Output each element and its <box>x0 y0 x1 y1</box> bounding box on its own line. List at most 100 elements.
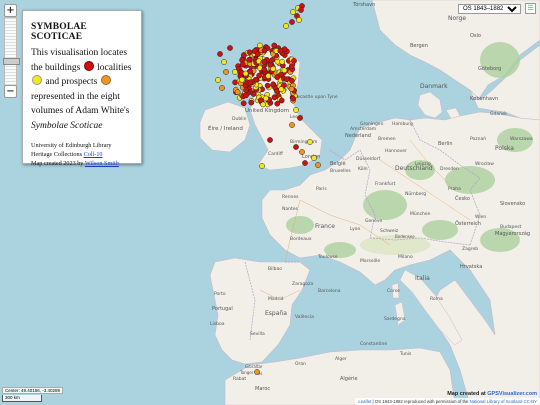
location-marker[interactable] <box>298 7 304 13</box>
location-marker[interactable] <box>311 155 317 161</box>
location-marker[interactable] <box>248 99 255 106</box>
location-marker[interactable] <box>257 97 264 104</box>
map-label: Alger <box>335 356 347 362</box>
location-marker[interactable] <box>283 23 289 29</box>
location-marker[interactable] <box>283 76 290 83</box>
map-label: Sevilla <box>250 331 265 337</box>
location-marker[interactable] <box>293 107 299 113</box>
location-marker[interactable] <box>289 77 295 84</box>
location-marker[interactable] <box>261 58 268 65</box>
location-marker[interactable] <box>271 94 278 101</box>
zoom-in-button[interactable]: + <box>4 4 17 17</box>
location-marker[interactable] <box>246 49 253 56</box>
credit-line: Map created 2023 by Wilson Smith <box>31 160 119 167</box>
location-marker[interactable] <box>232 69 238 75</box>
location-marker[interactable] <box>315 162 321 168</box>
map-label: Barcelona <box>318 288 341 294</box>
panel-title: SYMBOLAE SCOTICAE <box>31 22 87 42</box>
map-label: Praha <box>448 186 461 192</box>
location-marker[interactable] <box>246 56 252 63</box>
map-label: United Kingdom <box>245 108 289 114</box>
map-label: Frankfurt <box>375 181 396 187</box>
layer-select[interactable]: OS 1843–1882 <box>458 3 521 14</box>
location-marker[interactable] <box>261 66 268 73</box>
location-marker[interactable] <box>297 115 303 121</box>
location-marker[interactable] <box>271 42 278 49</box>
location-marker[interactable] <box>247 79 254 86</box>
location-marker[interactable] <box>296 17 302 23</box>
location-marker[interactable] <box>257 42 263 49</box>
zoom-slider-handle[interactable] <box>3 58 20 65</box>
coll-link[interactable]: Coll-10 <box>84 151 103 158</box>
location-marker[interactable] <box>247 68 254 75</box>
location-marker[interactable] <box>240 100 247 107</box>
map-label: Poznań <box>470 135 486 142</box>
map-label: Bordeaux <box>290 236 312 242</box>
map-label: Hamburg <box>392 121 413 127</box>
location-marker[interactable] <box>256 72 262 79</box>
location-marker[interactable] <box>269 57 276 63</box>
location-marker[interactable] <box>267 61 274 68</box>
map-label: Dresden <box>440 166 459 172</box>
location-marker[interactable] <box>289 19 295 25</box>
location-marker[interactable] <box>299 149 305 155</box>
location-marker[interactable] <box>290 9 296 15</box>
author-link[interactable]: Wilson Smith <box>85 160 119 167</box>
map-label: Zaragoza <box>292 281 313 287</box>
location-marker[interactable] <box>217 51 223 57</box>
location-marker[interactable] <box>234 89 241 96</box>
made-by-label: Map created at GPSVisualizer.com <box>447 391 537 397</box>
location-marker[interactable] <box>291 58 297 64</box>
location-marker[interactable] <box>289 122 295 128</box>
location-marker[interactable] <box>219 85 225 91</box>
location-marker[interactable] <box>254 369 260 375</box>
leaflet-link[interactable]: Leaflet <box>358 399 371 404</box>
location-marker[interactable] <box>221 59 227 65</box>
layers-icon[interactable]: ☰ <box>525 3 536 14</box>
map-label: Oslo <box>470 33 481 39</box>
location-marker[interactable] <box>242 70 249 77</box>
location-marker[interactable] <box>288 63 295 70</box>
location-marker[interactable] <box>243 87 249 94</box>
location-marker[interactable] <box>279 58 286 65</box>
nls-link[interactable]: National Library of Scotland CC-BY <box>470 399 537 404</box>
map-label: Italia <box>415 275 430 282</box>
location-marker[interactable] <box>263 95 269 102</box>
location-marker[interactable] <box>267 137 273 143</box>
location-marker[interactable] <box>223 69 229 75</box>
location-marker[interactable] <box>278 71 284 78</box>
map-label: France <box>315 223 335 230</box>
location-marker[interactable] <box>293 144 299 150</box>
location-marker[interactable] <box>239 76 245 83</box>
location-marker[interactable] <box>277 47 284 54</box>
map-label: Birmingham <box>290 139 317 145</box>
location-marker[interactable] <box>241 52 247 58</box>
location-marker[interactable] <box>264 82 271 89</box>
location-marker[interactable] <box>254 51 261 57</box>
location-marker[interactable] <box>243 92 249 99</box>
location-marker[interactable] <box>265 73 272 79</box>
map-label: Rabat <box>233 376 246 382</box>
location-marker[interactable] <box>281 67 288 74</box>
location-marker[interactable] <box>278 97 285 104</box>
map-label: Corse <box>387 288 400 294</box>
site-link[interactable]: GPSVisualizer.com <box>487 391 537 397</box>
location-marker[interactable] <box>290 95 296 102</box>
map-label: Bruxelles <box>330 168 351 174</box>
location-marker[interactable] <box>274 100 281 107</box>
location-marker[interactable] <box>227 45 233 51</box>
map-label: Leipzig <box>415 161 431 167</box>
location-marker[interactable] <box>270 81 277 88</box>
location-marker[interactable] <box>215 77 221 83</box>
location-marker[interactable] <box>307 139 313 145</box>
location-marker[interactable] <box>259 163 265 169</box>
location-marker[interactable] <box>261 47 268 54</box>
panel-description: This visualisation locates the buildings… <box>31 46 133 133</box>
location-marker[interactable] <box>239 61 246 68</box>
zoom-slider[interactable] <box>3 17 20 89</box>
location-marker[interactable] <box>278 86 285 93</box>
map-label: Milano <box>398 254 413 260</box>
zoom-out-button[interactable]: − <box>4 85 17 98</box>
location-marker[interactable] <box>288 86 295 92</box>
location-marker[interactable] <box>302 160 308 166</box>
